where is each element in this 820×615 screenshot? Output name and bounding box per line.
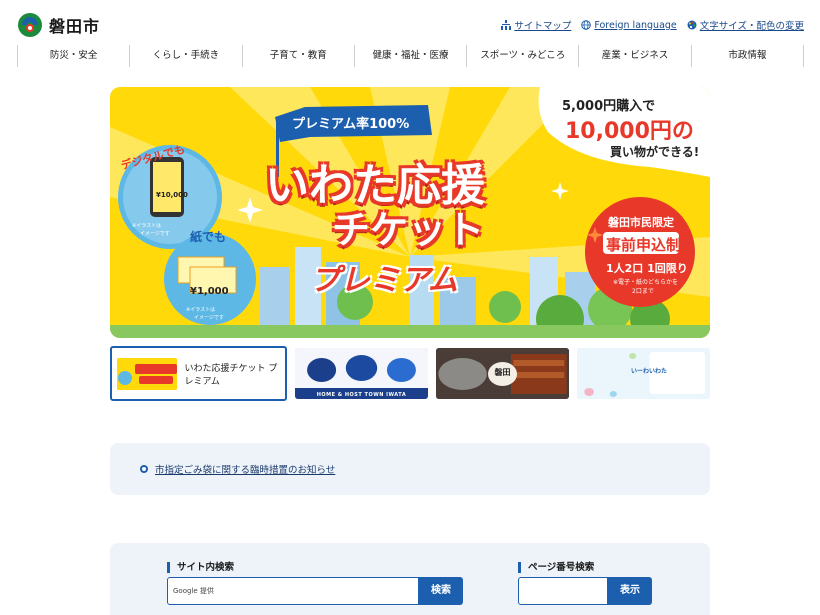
paper-note1: ※イラストは [186, 307, 216, 313]
search-area: サイト内検索 Google 提供 検索 ページ番号検索 表示 [110, 543, 710, 615]
text-size-color-label: 文字サイズ・配色の変更 [699, 21, 804, 32]
thumb-1-caption: いわた応援チケット プレミアム [184, 363, 278, 387]
paper-amount: ¥1,000 [190, 286, 229, 297]
notice-link[interactable]: 市指定ごみ袋に関する臨時措置のお知らせ [155, 462, 335, 476]
site-search-input[interactable]: Google 提供 [167, 577, 419, 605]
hero-banner[interactable]: プレミアム率100% いわた応援 チケット プレミアム 5,000円購入で 10… [110, 87, 710, 338]
global-nav: 防災・安全 くらし・手続き 子育て・教育 健康・福祉・医療 スポーツ・みどころ … [17, 45, 804, 67]
paper-label: 紙でも [190, 230, 227, 244]
carousel-thumbnails: いわた応援チケット プレミアム HOME & HOST TOWN IWATA 磐… [110, 346, 710, 401]
thumb-2-text: HOME & HOST TOWN IWATA [316, 392, 407, 398]
page-number-input[interactable] [518, 577, 608, 605]
carousel-thumb-1[interactable]: いわた応援チケット プレミアム [110, 346, 287, 401]
badge-line3: 1人2口 1回限り [606, 262, 688, 275]
sitemap-icon [501, 20, 512, 30]
page-number-button[interactable]: 表示 [608, 577, 652, 605]
notice-box: 市指定ごみ袋に関する臨時措置のお知らせ [110, 443, 710, 495]
badge-line4: ※電子・紙のどちらかを [613, 279, 679, 286]
globe-icon [581, 20, 592, 30]
site-name: 磐田市 [49, 17, 101, 36]
nav-item-health[interactable]: 健康・福祉・医療 [353, 45, 466, 67]
city-emblem-icon [17, 12, 43, 38]
palette-icon [687, 20, 697, 30]
hero-ribbon-text: プレミアム率100% [292, 117, 410, 132]
digital-note2: イメージです [140, 231, 170, 237]
hero-title-line3: プレミアム [310, 263, 458, 298]
nav-item-business[interactable]: 産業・ビジネス [578, 45, 690, 67]
foreign-language-label: Foreign language [594, 19, 677, 31]
nav-item-childcare[interactable]: 子育て・教育 [241, 45, 354, 67]
paper-note2: イメージです [194, 315, 224, 321]
text-size-color-link[interactable]: 文字サイズ・配色の変更 [687, 18, 804, 32]
badge-line2: 事前申込制 [606, 236, 682, 254]
thumb-3-text: 磐田 [494, 368, 511, 377]
page-number-label: ページ番号検索 [518, 562, 594, 573]
offer-line2: 10,000円の [565, 119, 694, 144]
site-logo[interactable]: 磐田市 [17, 12, 100, 38]
thumb-1-image [117, 357, 177, 390]
badge-line5: 2口まで [632, 288, 654, 295]
nav-item-government[interactable]: 市政情報 [690, 45, 804, 67]
sitemap-link[interactable]: サイトマップ [501, 18, 571, 32]
badge-line1: 磐田市民限定 [608, 216, 674, 229]
thumb-4-text: いーわいわた [630, 368, 667, 375]
offer-line3: 買い物ができる! [610, 145, 700, 159]
hero-title-line2: チケット [332, 208, 485, 252]
carousel-thumb-2[interactable]: HOME & HOST TOWN IWATA [294, 348, 428, 399]
site-search-button[interactable]: 検索 [419, 577, 463, 605]
carousel-thumb-4[interactable]: いーわいわた [576, 348, 710, 399]
sitemap-label: サイトマップ [514, 21, 572, 32]
bullet-icon [140, 465, 148, 473]
offer-line1: 5,000円購入で [562, 99, 656, 114]
nav-item-safety[interactable]: 防災・安全 [17, 45, 129, 67]
digital-note1: ※イラストは [132, 223, 162, 229]
site-search-label: サイト内検索 [167, 562, 234, 573]
carousel-thumb-3[interactable]: 磐田 [435, 348, 569, 399]
site-header: 磐田市 サイトマップ Foreign language 文字サイズ・配色の変更 [0, 0, 820, 48]
utility-links: サイトマップ Foreign language 文字サイズ・配色の変更 [501, 18, 804, 32]
nav-item-sports[interactable]: スポーツ・みどころ [466, 45, 578, 67]
digital-amount: ¥10,000 [156, 191, 188, 199]
nav-item-living[interactable]: くらし・手続き [129, 45, 241, 67]
foreign-language-link[interactable]: Foreign language [581, 18, 677, 32]
